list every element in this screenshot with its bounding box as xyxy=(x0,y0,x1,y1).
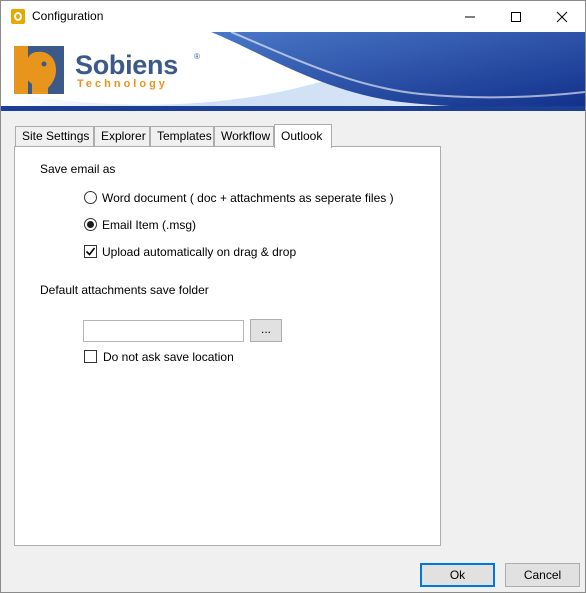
upload-automatically-label[interactable]: Upload automatically on drag & drop xyxy=(102,245,296,259)
email-item-radio[interactable] xyxy=(84,218,97,231)
minimize-icon xyxy=(465,16,475,18)
cancel-button[interactable]: Cancel xyxy=(505,563,580,587)
tab-outlook[interactable]: Outlook xyxy=(274,124,332,148)
upload-automatically-checkbox[interactable] xyxy=(84,245,97,258)
do-not-ask-label[interactable]: Do not ask save location xyxy=(103,350,234,364)
tab-workflow[interactable]: Workflow xyxy=(214,126,274,147)
ok-button[interactable]: Ok xyxy=(420,563,495,587)
save-folder-input[interactable] xyxy=(83,320,244,342)
header-banner: Sobiens ® Technology xyxy=(1,32,585,111)
tab-site-settings[interactable]: Site Settings xyxy=(15,126,94,147)
sobiens-logo-icon xyxy=(14,46,64,94)
default-attachments-folder-label: Default attachments save folder xyxy=(40,283,209,297)
minimize-button[interactable] xyxy=(447,1,493,32)
maximize-button[interactable] xyxy=(493,1,539,32)
brand-subtitle: Technology xyxy=(77,78,168,90)
word-document-radio[interactable] xyxy=(84,191,97,204)
configuration-window: Configuration Sobiens ® Technology Site … xyxy=(0,0,586,593)
email-item-radio-label[interactable]: Email Item (.msg) xyxy=(102,218,196,232)
maximize-icon xyxy=(511,12,521,22)
brand-name: Sobiens xyxy=(75,50,178,80)
checkmark-icon xyxy=(85,247,96,256)
save-email-as-label: Save email as xyxy=(40,162,116,176)
browse-folder-button[interactable]: ... xyxy=(250,319,282,342)
title-bar[interactable]: Configuration xyxy=(1,1,585,32)
tab-templates[interactable]: Templates xyxy=(150,126,214,147)
outlook-app-icon xyxy=(11,9,25,24)
close-icon xyxy=(556,11,568,23)
window-title: Configuration xyxy=(32,9,104,23)
brand-registered-mark: ® xyxy=(194,52,200,61)
close-button[interactable] xyxy=(539,1,585,32)
tab-explorer[interactable]: Explorer xyxy=(94,126,150,147)
do-not-ask-checkbox[interactable] xyxy=(84,350,97,363)
outlook-tab-panel: Save email as Word document ( doc + atta… xyxy=(14,146,441,546)
word-document-radio-label[interactable]: Word document ( doc + attachments as sep… xyxy=(102,191,394,205)
